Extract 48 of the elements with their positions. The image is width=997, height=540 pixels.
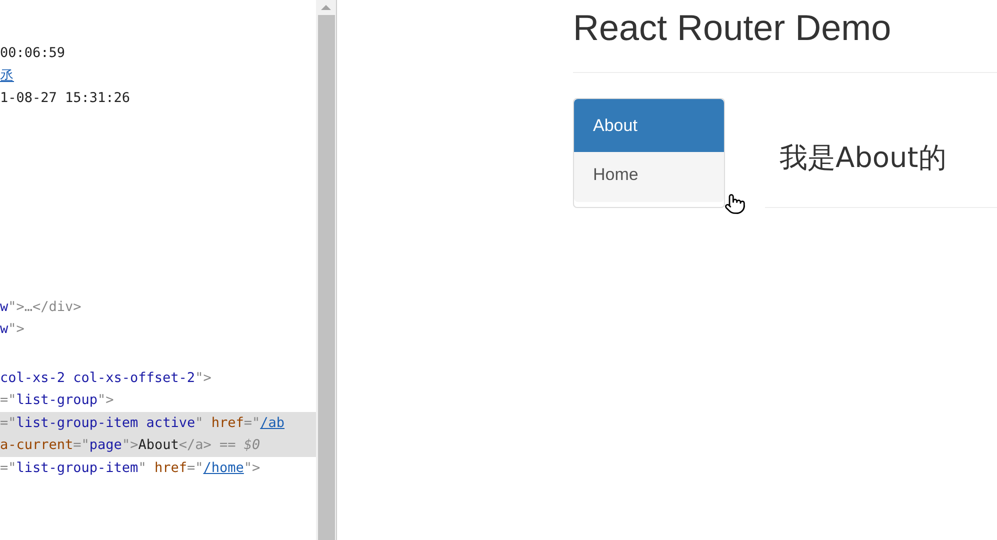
- hand-cursor-icon: [724, 192, 746, 216]
- code-text: About: [138, 437, 179, 453]
- page-title: React Router Demo: [573, 8, 892, 48]
- code-line[interactable]: ="list-group-item" href="/home">: [0, 456, 316, 479]
- nav-item[interactable]: About: [574, 99, 724, 152]
- code-text: 1-08-27 15:31:26: [0, 90, 130, 106]
- scrollbar-thumb[interactable]: [318, 15, 334, 540]
- code-line[interactable]: 丞: [0, 64, 316, 87]
- code-punctuation: =": [186, 460, 204, 476]
- code-line[interactable]: 00:06:59: [0, 42, 316, 64]
- code-link[interactable]: /ab: [260, 414, 285, 430]
- code-line[interactable]: col-xs-2 col-xs-offset-2">: [0, 366, 316, 389]
- code-punctuation: =": [73, 437, 90, 453]
- code-line[interactable]: 1-08-27 15:31:26: [0, 87, 316, 110]
- code-punctuation: =": [0, 460, 16, 476]
- scrollbar[interactable]: [316, 0, 336, 540]
- code-link[interactable]: /home: [203, 460, 244, 476]
- code-punctuation: ": [138, 460, 148, 476]
- attribute-value: w: [0, 321, 8, 337]
- attribute-value: page: [89, 437, 122, 453]
- attribute-name: a-current: [0, 437, 74, 453]
- code-punctuation: ">: [8, 321, 24, 337]
- code-punctuation: </a>: [178, 437, 212, 453]
- code-punctuation: =": [244, 414, 260, 430]
- attribute-value: w: [0, 298, 8, 314]
- nav-item[interactable]: Home: [574, 152, 724, 202]
- code-punctuation: ">: [244, 460, 260, 476]
- scroll-up-arrow-icon[interactable]: [321, 5, 331, 10]
- code-line[interactable]: w">…</div>: [0, 296, 316, 318]
- attribute-name: href: [211, 414, 244, 430]
- attribute-value: list-group-item active: [16, 414, 196, 430]
- code-punctuation: ">…</div>: [8, 298, 82, 314]
- code-link[interactable]: 丞: [0, 68, 14, 84]
- code-punctuation: ">: [195, 370, 212, 386]
- attribute-value: list-group-item: [16, 460, 138, 476]
- attribute-value: col-xs-2 col-xs-offset-2: [0, 370, 196, 386]
- code-line[interactable]: ="list-group">: [0, 389, 316, 412]
- code-punctuation: =": [0, 392, 16, 408]
- code-punctuation: ">: [98, 392, 114, 408]
- attribute-name: href: [154, 460, 187, 476]
- code-comment: == $0: [218, 437, 260, 453]
- attribute-value: list-group: [16, 392, 98, 408]
- code-punctuation: ">: [122, 437, 138, 453]
- code-punctuation: =": [0, 414, 16, 430]
- code-text: 00:06:59: [0, 45, 66, 61]
- code-punctuation: ": [195, 414, 204, 430]
- code-line[interactable]: w">: [0, 318, 316, 340]
- content-text: 我是About的: [779, 142, 948, 174]
